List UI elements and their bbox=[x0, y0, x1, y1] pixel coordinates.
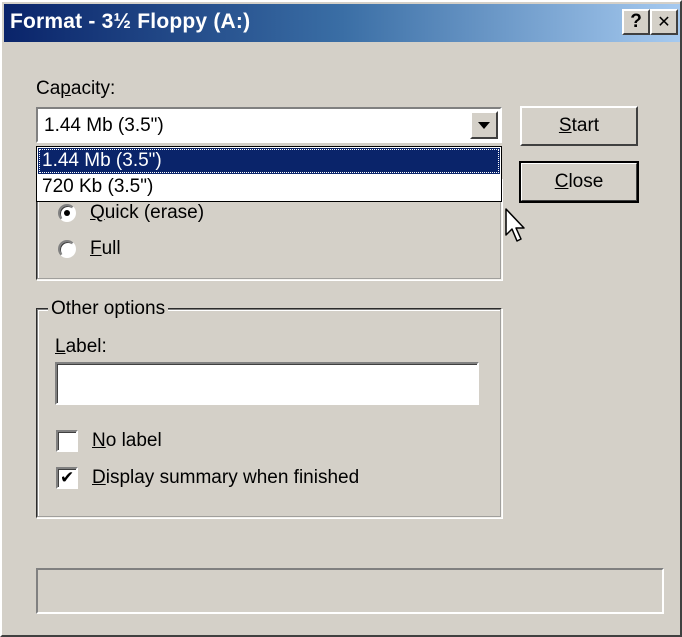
close-button[interactable]: Close bbox=[519, 161, 639, 203]
progress-bar bbox=[36, 568, 664, 614]
close-window-button[interactable]: ✕ bbox=[650, 9, 678, 35]
start-button[interactable]: Start bbox=[520, 106, 638, 146]
volume-label-input[interactable] bbox=[55, 362, 479, 405]
quick-erase-label[interactable]: Quick (erase) bbox=[90, 202, 204, 224]
capacity-option-1-44mb[interactable]: 1.44 Mb (3.5") bbox=[38, 148, 500, 174]
quick-erase-radio[interactable] bbox=[58, 204, 76, 222]
capacity-dropdown-list[interactable]: 1.44 Mb (3.5") 720 Kb (3.5") bbox=[36, 146, 502, 202]
capacity-dropdown-button[interactable] bbox=[470, 111, 498, 139]
volume-label-text[interactable] bbox=[57, 364, 477, 403]
other-options-caption: Other options bbox=[48, 298, 169, 320]
no-label-label[interactable]: No label bbox=[92, 430, 162, 452]
radio-dot bbox=[64, 210, 70, 216]
full-format-label[interactable]: Full bbox=[90, 238, 121, 260]
format-dialog: Format - 3½ Floppy (A:) ? ✕ Capacity: 1.… bbox=[0, 0, 682, 637]
display-summary-checkbox[interactable]: ✔ bbox=[56, 467, 78, 489]
checkmark-icon: ✔ bbox=[60, 468, 75, 487]
mouse-cursor-icon bbox=[505, 208, 525, 242]
label-field-label: Label: bbox=[55, 336, 107, 357]
capacity-combobox[interactable]: 1.44 Mb (3.5") bbox=[36, 107, 502, 143]
full-format-radio[interactable] bbox=[58, 240, 76, 258]
window-title: Format - 3½ Floppy (A:) bbox=[10, 10, 251, 33]
close-icon: ✕ bbox=[657, 14, 671, 31]
capacity-label: Capacity: bbox=[36, 78, 116, 99]
chevron-down-icon bbox=[478, 122, 490, 129]
help-icon: ? bbox=[630, 11, 642, 32]
display-summary-label[interactable]: Display summary when finished bbox=[92, 467, 359, 489]
no-label-checkbox[interactable] bbox=[56, 430, 78, 452]
capacity-option-720kb[interactable]: 720 Kb (3.5") bbox=[38, 174, 500, 200]
help-button[interactable]: ? bbox=[622, 9, 650, 35]
title-bar[interactable]: Format - 3½ Floppy (A:) ? ✕ bbox=[4, 4, 680, 42]
capacity-selected-value: 1.44 Mb (3.5") bbox=[44, 115, 164, 136]
